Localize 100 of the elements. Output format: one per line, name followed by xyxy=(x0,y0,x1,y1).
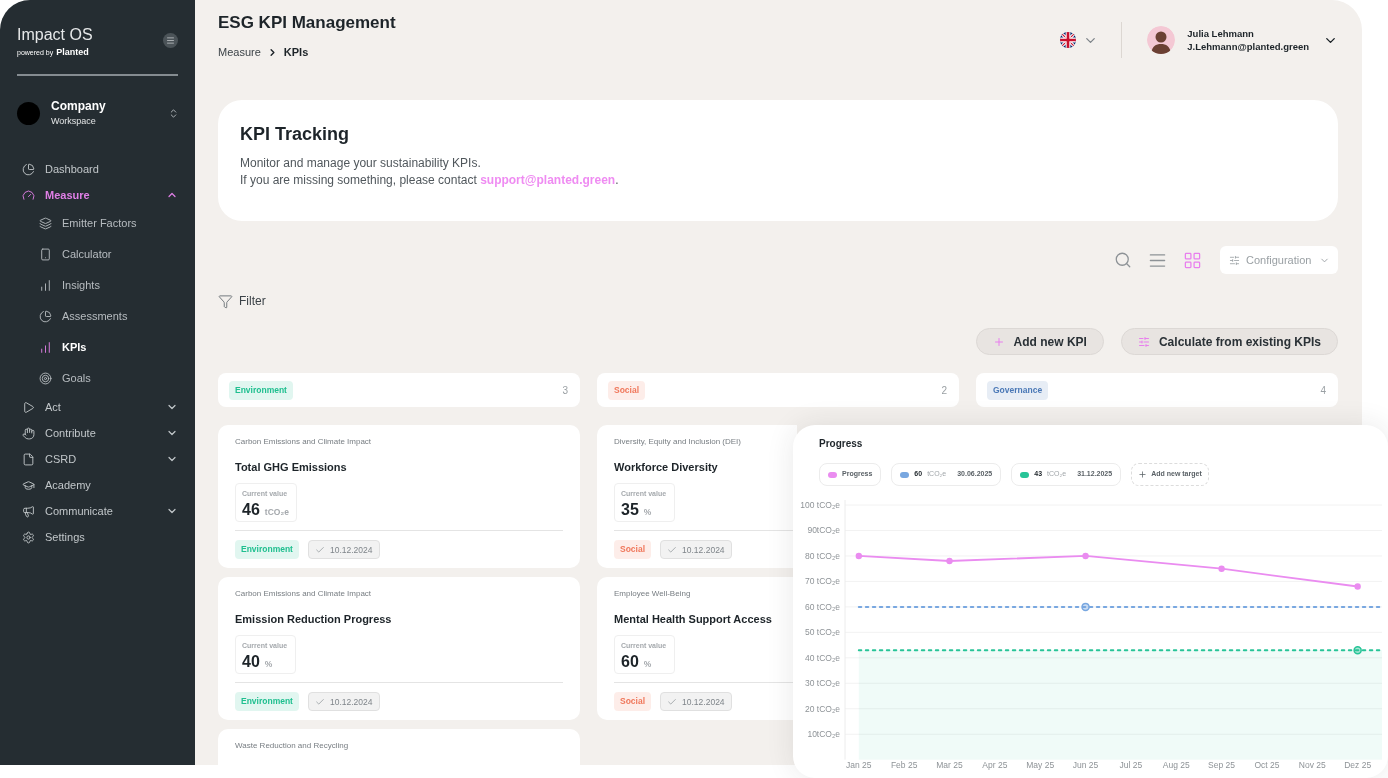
category-tag: Governance xyxy=(987,380,1049,400)
kpi-title: Emission Reduction Progress xyxy=(235,612,392,626)
sliders-icon xyxy=(1229,254,1240,266)
page-title: ESG KPI Management xyxy=(218,13,396,33)
check-icon xyxy=(667,544,678,555)
data-point xyxy=(946,557,953,565)
kpi-category: Carbon Emissions and Climate Impact xyxy=(235,437,372,447)
unit-label: % xyxy=(643,507,652,517)
kpi-card[interactable]: Waste Reduction and Recycling xyxy=(218,729,580,765)
y-axis-label: 30 tCO₂e xyxy=(805,678,840,689)
pie-chart-icon xyxy=(22,162,35,176)
nav-item[interactable]: Settings xyxy=(17,524,178,550)
kpi-value: 35 xyxy=(621,501,639,519)
y-axis-label: 20 tCO₂e xyxy=(805,703,840,714)
workspace-avatar-icon xyxy=(17,101,40,125)
search-icon xyxy=(1114,251,1132,269)
card-title: KPI Tracking xyxy=(240,123,350,145)
y-axis-label: 90tCO₂e xyxy=(807,525,840,536)
y-axis-label: 80 tCO₂e xyxy=(805,550,840,561)
bar-chart-icon xyxy=(39,279,52,292)
funnel-icon xyxy=(218,293,233,309)
y-axis-label: 60 tCO₂e xyxy=(805,601,840,612)
data-point xyxy=(1082,552,1089,560)
hand-icon xyxy=(22,426,35,440)
avatar-icon xyxy=(1147,26,1176,54)
check-icon xyxy=(314,544,325,555)
nav-item[interactable]: Communicate xyxy=(17,498,178,524)
pie-chart-icon xyxy=(39,310,52,323)
nav-subitem[interactable]: Insights xyxy=(17,270,178,301)
brand-logo: Planted xyxy=(56,47,89,57)
nav-item[interactable]: Dashboard xyxy=(17,156,178,182)
x-axis-label: Jan 25 xyxy=(846,760,872,770)
x-axis-label: Feb 25 xyxy=(890,760,918,770)
settings-icon xyxy=(22,530,35,544)
x-axis-label: Dez 25 xyxy=(1344,760,1372,770)
date-text: 10.12.2024 xyxy=(682,544,725,555)
app-name: Impact OS xyxy=(17,26,93,44)
x-axis-label: Sep 25 xyxy=(1208,760,1236,770)
x-axis-label: Nov 25 xyxy=(1298,760,1326,770)
date-text: 10.12.2024 xyxy=(682,696,725,707)
item-count: 4 xyxy=(1320,383,1326,398)
y-axis-label: 100 tCO₂e xyxy=(800,500,840,510)
nav-subitem[interactable]: Goals xyxy=(17,363,178,394)
kpi-category: Waste Reduction and Recycling xyxy=(235,741,349,751)
contact-text: If you are missing something, please contact support@planted.green. xyxy=(240,172,619,189)
search-button[interactable] xyxy=(1114,251,1132,269)
grid-view-icon xyxy=(1183,250,1202,270)
unit-label: % xyxy=(264,659,273,669)
unit-label: tCO₂e xyxy=(264,507,289,517)
nav-item[interactable]: Act xyxy=(17,394,178,420)
date-text: 10.12.2024 xyxy=(329,696,373,707)
action-button[interactable]: Calculate from existing KPIs xyxy=(1120,328,1338,355)
date-text: 10.12.2024 xyxy=(329,544,373,555)
x-axis-label: Jun 25 xyxy=(1072,760,1099,770)
layers-icon xyxy=(39,217,52,230)
description-text: Monitor and manage your sustainability KPIs. xyxy=(240,155,481,172)
action-button[interactable]: Add new KPI xyxy=(975,328,1104,355)
x-axis-label: Mar 25 xyxy=(936,760,963,770)
kpi-value: 40 xyxy=(242,653,260,671)
filter-button[interactable]: Filter xyxy=(218,292,266,310)
graduation-cap-icon xyxy=(22,478,35,492)
kpi-value: 46 xyxy=(242,501,260,519)
plus-icon xyxy=(1138,470,1148,479)
nav-subitem[interactable]: Emitter Factors xyxy=(17,208,178,239)
play-icon xyxy=(22,400,35,414)
kpi-title: Workforce Diversity xyxy=(614,460,718,474)
x-axis-label: Jul 25 xyxy=(1119,760,1143,770)
nav-item[interactable]: Contribute xyxy=(17,420,178,446)
data-point xyxy=(1354,583,1361,590)
y-axis-label: 70 tCO₂e xyxy=(805,576,840,587)
nav-item[interactable]: Academy xyxy=(17,472,178,498)
flag-icon xyxy=(1060,32,1077,48)
menu-button[interactable] xyxy=(163,33,178,48)
kpi-value: 60 xyxy=(621,653,639,671)
nav-subitem[interactable]: Assessments xyxy=(17,301,178,332)
kpi-category: Employee Well-Being xyxy=(614,589,691,599)
kpi-title: Mental Health Support Access xyxy=(614,612,772,626)
nav-subitem[interactable]: KPIs xyxy=(17,332,178,363)
megaphone-icon xyxy=(22,504,35,518)
item-count: 3 xyxy=(562,383,568,398)
x-axis-label: Aug 25 xyxy=(1162,760,1190,770)
check-icon xyxy=(667,696,678,707)
x-axis-label: Apr 25 xyxy=(982,760,1008,770)
gauge-icon xyxy=(22,188,35,202)
data-point xyxy=(1218,565,1225,572)
category-tag: Social xyxy=(614,692,652,711)
category-tag: Environment xyxy=(229,380,293,400)
nav-subitem[interactable]: Calculator xyxy=(17,239,178,270)
up-down-chevron-icon xyxy=(168,106,179,120)
item-count: 2 xyxy=(941,383,947,398)
nav-item[interactable]: CSRD xyxy=(17,446,178,472)
unit-label: % xyxy=(643,659,652,669)
view-toggle[interactable] xyxy=(1183,250,1202,270)
breadcrumb-link[interactable]: Measure xyxy=(218,45,261,59)
user-menu[interactable]: Julia Lehmann J.Lehmann@planted.green xyxy=(1147,26,1338,54)
category-tag: Social xyxy=(608,380,646,400)
nav-item[interactable]: Measure xyxy=(17,182,178,208)
workspace-switcher[interactable]: Company Workspace xyxy=(17,99,178,127)
kpi-title: Total GHG Emissions xyxy=(235,460,347,474)
x-axis-label: May 25 xyxy=(1026,760,1055,770)
